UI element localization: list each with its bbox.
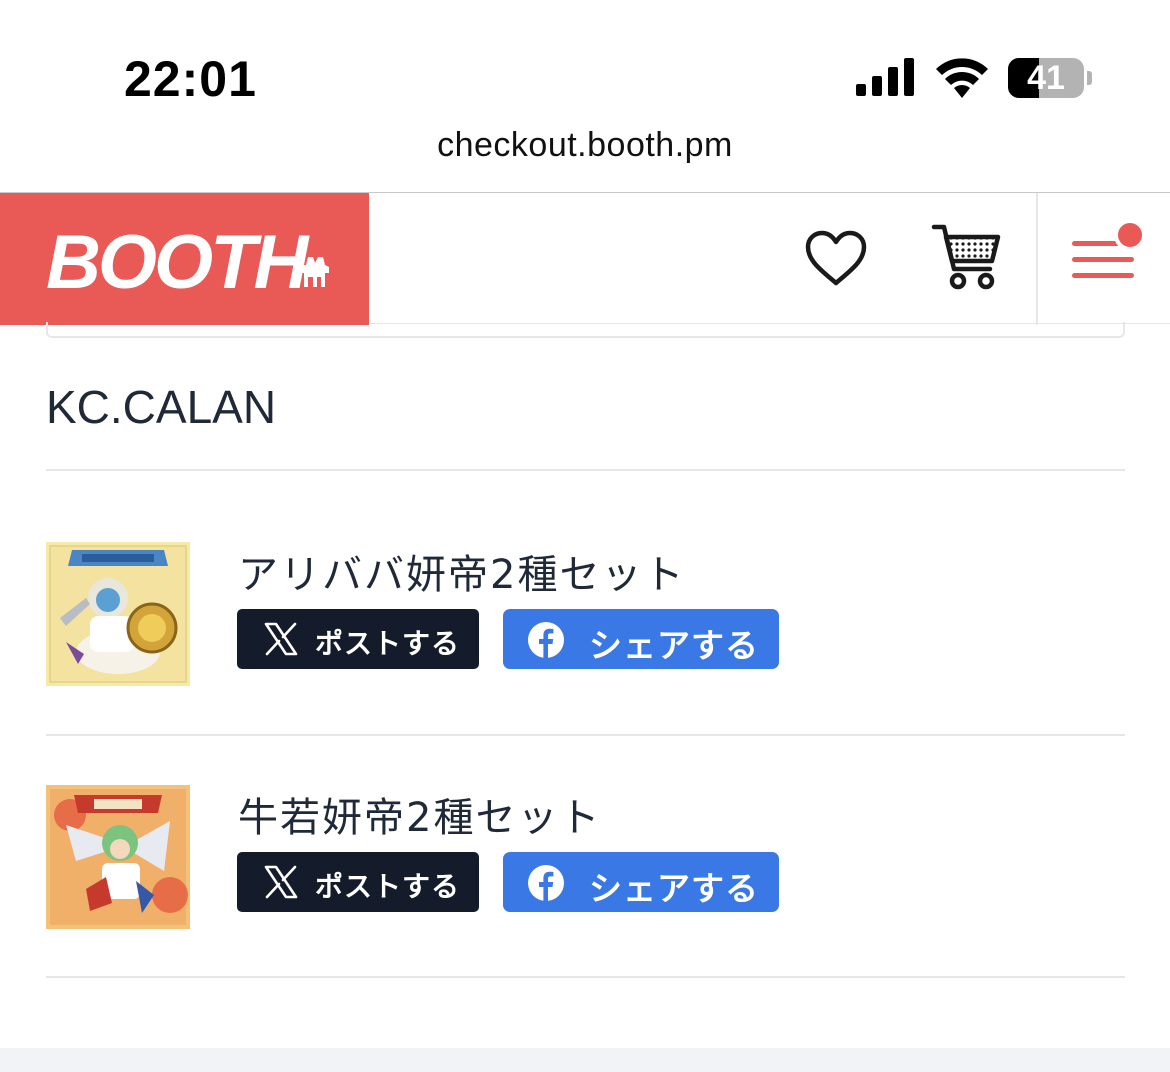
list-item: アリババ妍帝2種セット ポストする シェアする xyxy=(46,542,1125,688)
x-logo-icon xyxy=(264,622,298,656)
share-facebook-button[interactable]: シェアする xyxy=(503,852,779,912)
shop-name[interactable]: KC.CALAN xyxy=(46,380,276,434)
item-title[interactable]: 牛若妍帝2種セット xyxy=(238,785,601,843)
notification-badge xyxy=(1114,219,1146,251)
x-logo-icon xyxy=(264,865,298,899)
battery-percent: 41 xyxy=(1027,59,1065,97)
post-button-label: ポストする xyxy=(315,627,461,660)
address-bar-url[interactable]: checkout.booth.pm xyxy=(0,126,1170,165)
share-facebook-button[interactable]: シェアする xyxy=(503,609,779,669)
site-header: BOOTH xyxy=(0,192,1170,325)
facebook-icon xyxy=(528,622,564,658)
header-divider xyxy=(1036,193,1038,325)
footer-band xyxy=(0,1048,1170,1072)
divider xyxy=(46,734,1125,736)
battery-icon: 41 xyxy=(1008,58,1092,98)
item-title[interactable]: アリババ妍帝2種セット xyxy=(238,542,685,600)
status-bar: 22:01 41 xyxy=(0,0,1170,120)
share-button-label: シェアする xyxy=(589,869,759,908)
product-thumbnail[interactable] xyxy=(46,542,190,686)
heart-icon[interactable] xyxy=(802,227,870,291)
divider xyxy=(46,976,1125,978)
cart-icon[interactable] xyxy=(930,223,1002,293)
logo-text: BOOTH xyxy=(46,220,308,305)
previous-card-edge xyxy=(46,322,1125,338)
post-to-x-button[interactable]: ポストする xyxy=(237,852,479,912)
status-time: 22:01 xyxy=(124,51,257,107)
booth-logo[interactable]: BOOTH xyxy=(0,193,369,325)
list-item: 牛若妍帝2種セット ポストする シェアする xyxy=(46,785,1125,931)
camel-icon xyxy=(297,257,329,287)
share-button-label: シェアする xyxy=(589,626,759,665)
post-button-label: ポストする xyxy=(315,870,461,903)
post-to-x-button[interactable]: ポストする xyxy=(237,609,479,669)
wifi-icon xyxy=(936,58,988,98)
facebook-icon xyxy=(528,865,564,901)
cellular-signal-icon xyxy=(856,58,914,96)
divider xyxy=(46,469,1125,471)
product-thumbnail[interactable] xyxy=(46,785,190,929)
menu-icon[interactable] xyxy=(1066,219,1150,299)
